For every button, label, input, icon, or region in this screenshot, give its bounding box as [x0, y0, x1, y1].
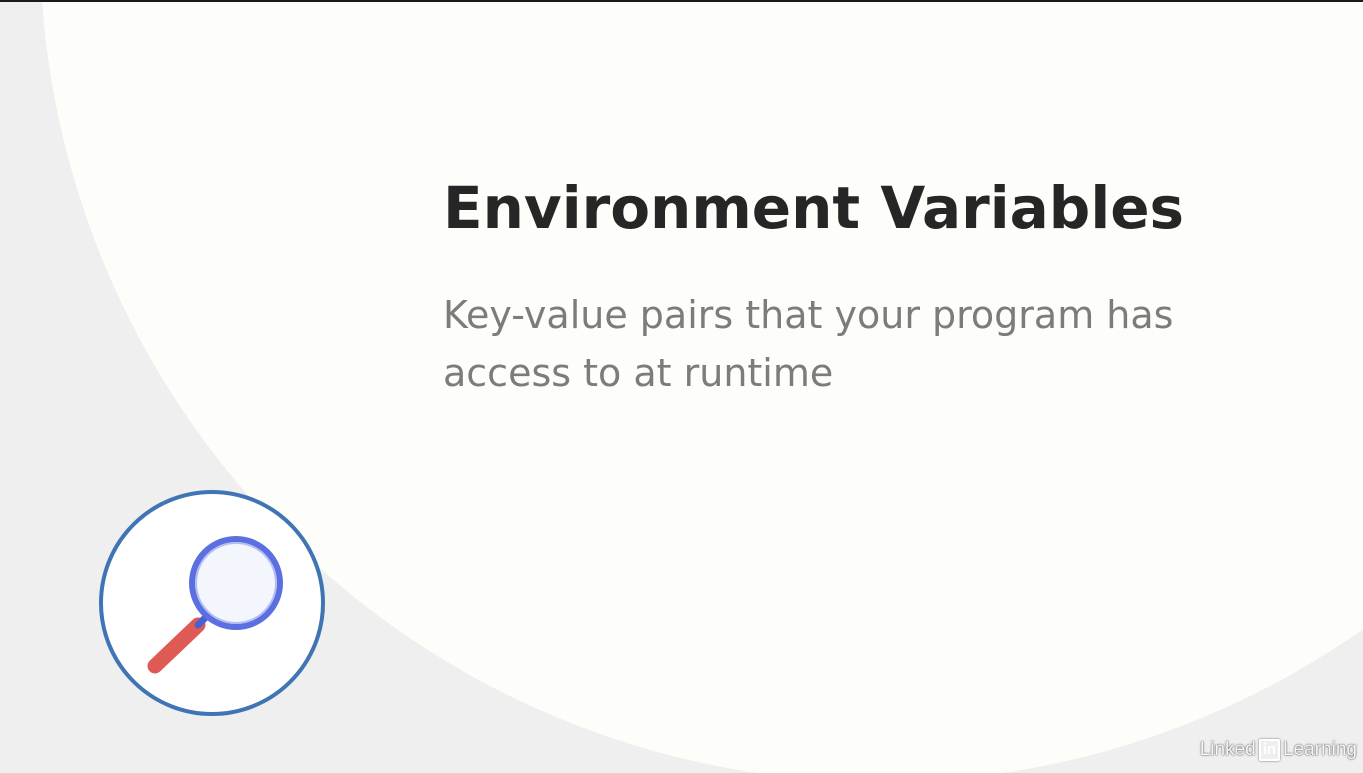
linkedin-learning-watermark: Linked in Learning [1200, 739, 1357, 761]
slide-frame: Environment Variables Key-value pairs th… [0, 0, 1363, 773]
icon-badge [99, 490, 325, 716]
slide-title: Environment Variables [443, 174, 1185, 242]
magnifying-glass-icon [147, 536, 283, 674]
watermark-right-text: Learning [1283, 739, 1357, 760]
slide-subtitle: Key-value pairs that your program has ac… [443, 293, 1174, 395]
watermark-in-badge: in [1258, 739, 1281, 761]
watermark-left-text: Linked [1199, 739, 1256, 760]
